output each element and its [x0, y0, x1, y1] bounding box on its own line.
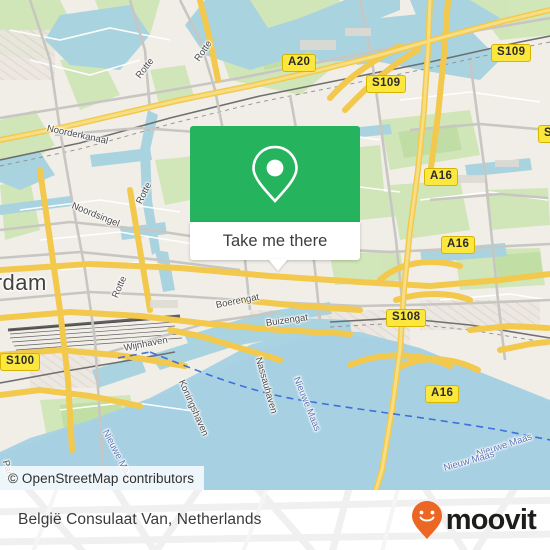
map-label: Nieuwe Maas	[290, 375, 323, 433]
osm-attribution-text: © OpenStreetMap contributors	[8, 470, 195, 486]
map-label: Buizengat	[265, 312, 309, 329]
map-label: Nieuw Maas	[442, 448, 496, 474]
map-label: Rotte	[134, 180, 155, 206]
map-label: Wijnhaven	[122, 334, 169, 354]
map-label: Rotte	[192, 38, 215, 64]
footer-bar: België Consulaat Van, Netherlands moovit	[0, 490, 550, 550]
map-label: Rotte	[109, 274, 130, 300]
moovit-wordmark: moovit	[445, 503, 537, 536]
map-pin-icon	[252, 145, 298, 203]
map-label: Koningshaven	[175, 378, 211, 438]
map-label: Noordsingel	[69, 200, 122, 230]
callout-image-area	[190, 126, 360, 222]
moovit-logo[interactable]: moovit	[411, 490, 537, 550]
place-title: België Consulaat Van, Netherlands	[18, 490, 261, 550]
map-label: Noorderkanaal	[45, 123, 110, 147]
map-label: Nassauhaven	[252, 355, 280, 415]
map-label: Boerengat	[214, 291, 261, 311]
moovit-smile-pin-icon	[411, 501, 442, 539]
location-callout[interactable]: Take me there	[190, 126, 360, 271]
take-me-there-button[interactable]: Take me there	[190, 222, 360, 260]
map-label: Rotte	[133, 56, 157, 81]
city-label: erdam	[0, 270, 47, 295]
take-me-there-label: Take me there	[222, 231, 328, 250]
screenshot-root: A20S109S109S1A16A16S108S100A16 erdam Rot…	[0, 0, 550, 550]
map-canvas[interactable]: A20S109S109S1A16A16S108S100A16 erdam Rot…	[0, 0, 550, 490]
callout-pointer	[268, 259, 288, 271]
place-title-text: België Consulaat Van, Netherlands	[18, 511, 262, 528]
osm-attribution[interactable]: © OpenStreetMap contributors	[0, 466, 205, 490]
